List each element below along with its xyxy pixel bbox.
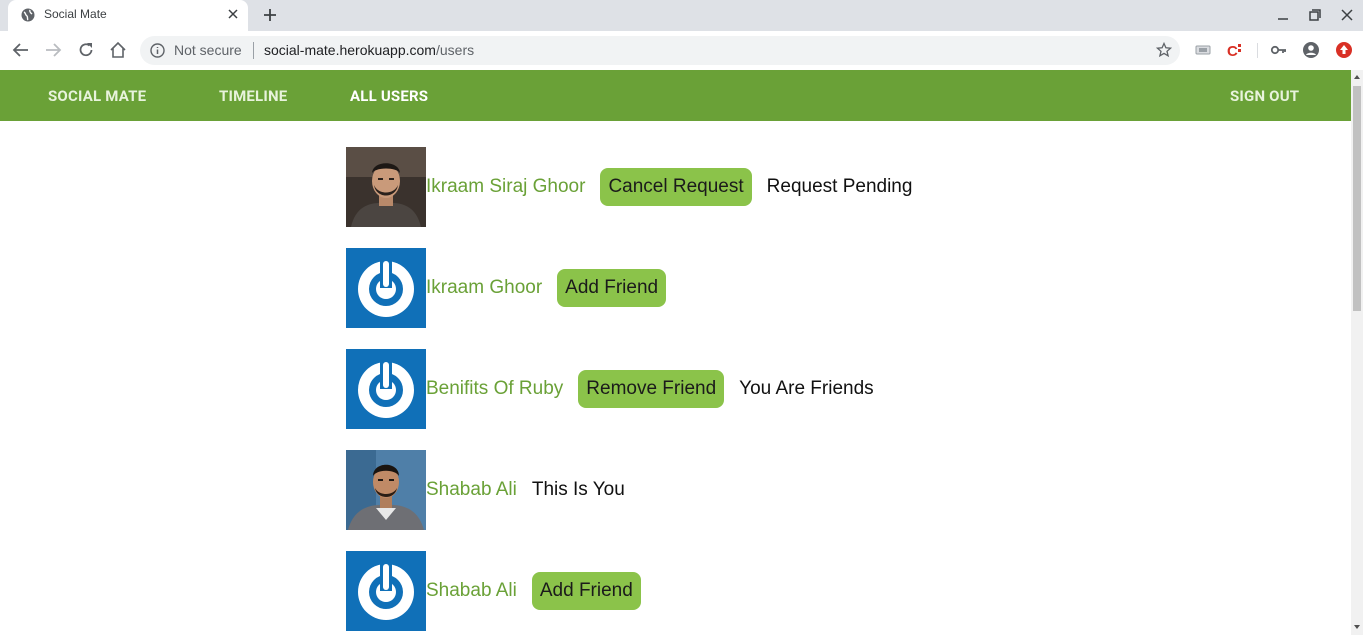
bookmark-star-icon[interactable]: [1156, 42, 1172, 58]
list-item: Shabab Ali Add Friend: [346, 551, 641, 631]
user-name-link[interactable]: Shabab Ali: [426, 479, 517, 501]
self-status: This Is You: [531, 479, 625, 500]
list-item: Benifits Of Ruby Remove Friend You Are F…: [346, 349, 874, 429]
profile-icon[interactable]: [1302, 41, 1320, 59]
close-tab-icon[interactable]: [226, 7, 240, 21]
user-name-link[interactable]: Benifits Of Ruby: [426, 378, 563, 400]
forward-icon[interactable]: [44, 41, 62, 59]
nav-all-users-link[interactable]: ALL USERS: [350, 87, 428, 105]
back-icon[interactable]: [12, 41, 30, 59]
minimize-icon[interactable]: [1275, 7, 1291, 23]
url-host: social-mate.herokuapp.com: [264, 42, 436, 58]
cancel-request-button[interactable]: Cancel Request: [600, 168, 752, 206]
close-window-icon[interactable]: [1339, 7, 1355, 23]
omnibox-divider: [253, 42, 254, 59]
url-path: /users: [435, 42, 475, 58]
security-label: Not secure: [174, 42, 242, 58]
home-icon[interactable]: [109, 41, 127, 59]
friendship-status: You Are Friends: [739, 378, 874, 399]
user-name-link[interactable]: Ikraam Siraj Ghoor: [426, 176, 585, 198]
page-scrollbar[interactable]: [1351, 70, 1363, 635]
friendship-status: Request Pending: [766, 176, 913, 197]
site-navbar: SOCIAL MATE TIMELINE ALL USERS SIGN OUT: [0, 70, 1351, 121]
default-avatar-power-icon[interactable]: [346, 248, 426, 328]
default-avatar-power-icon[interactable]: [346, 349, 426, 429]
restore-icon[interactable]: [1307, 7, 1323, 23]
list-item: Shabab Ali This Is You: [346, 450, 625, 530]
tab-title: Social Mate: [44, 7, 107, 21]
globe-icon: [21, 8, 35, 22]
scroll-up-arrow-icon[interactable]: [1353, 73, 1361, 81]
scrollbar-thumb[interactable]: [1353, 86, 1361, 311]
user-name-link[interactable]: Shabab Ali: [426, 580, 517, 602]
reload-icon[interactable]: [77, 41, 95, 59]
nav-timeline-link[interactable]: TIMELINE: [219, 87, 287, 105]
nav-sign-out-link[interactable]: SIGN OUT: [1230, 87, 1299, 105]
list-item: Ikraam Ghoor Add Friend: [346, 248, 667, 328]
toolbar-divider: [1257, 43, 1258, 58]
address-bar[interactable]: Not secure social-mate.herokuapp.com/use…: [140, 36, 1180, 65]
user-name-link[interactable]: Ikraam Ghoor: [426, 277, 542, 299]
info-icon[interactable]: [150, 43, 165, 58]
cast-extension-icon[interactable]: [1194, 41, 1212, 59]
browser-toolbar: Not secure social-mate.herokuapp.com/use…: [0, 31, 1363, 71]
browser-tab[interactable]: Social Mate: [8, 0, 248, 31]
svg-text:C: C: [1227, 43, 1238, 59]
add-friend-button[interactable]: Add Friend: [531, 572, 641, 610]
user-avatar[interactable]: [346, 450, 426, 530]
default-avatar-power-icon[interactable]: [346, 551, 426, 631]
user-avatar[interactable]: [346, 147, 426, 227]
scroll-down-arrow-icon[interactable]: [1353, 623, 1361, 631]
new-tab-icon[interactable]: [262, 7, 278, 23]
nav-brand-link[interactable]: SOCIAL MATE: [48, 87, 146, 105]
c-extension-icon[interactable]: C: [1226, 41, 1244, 59]
browser-tab-strip: Social Mate: [0, 0, 1363, 31]
url-text[interactable]: social-mate.herokuapp.com/users: [264, 42, 474, 58]
add-friend-button[interactable]: Add Friend: [557, 269, 667, 307]
key-icon[interactable]: [1270, 41, 1288, 59]
list-item: Ikraam Siraj Ghoor Cancel Request Reques…: [346, 147, 912, 227]
update-icon[interactable]: [1335, 41, 1353, 59]
remove-friend-button[interactable]: Remove Friend: [578, 370, 725, 408]
